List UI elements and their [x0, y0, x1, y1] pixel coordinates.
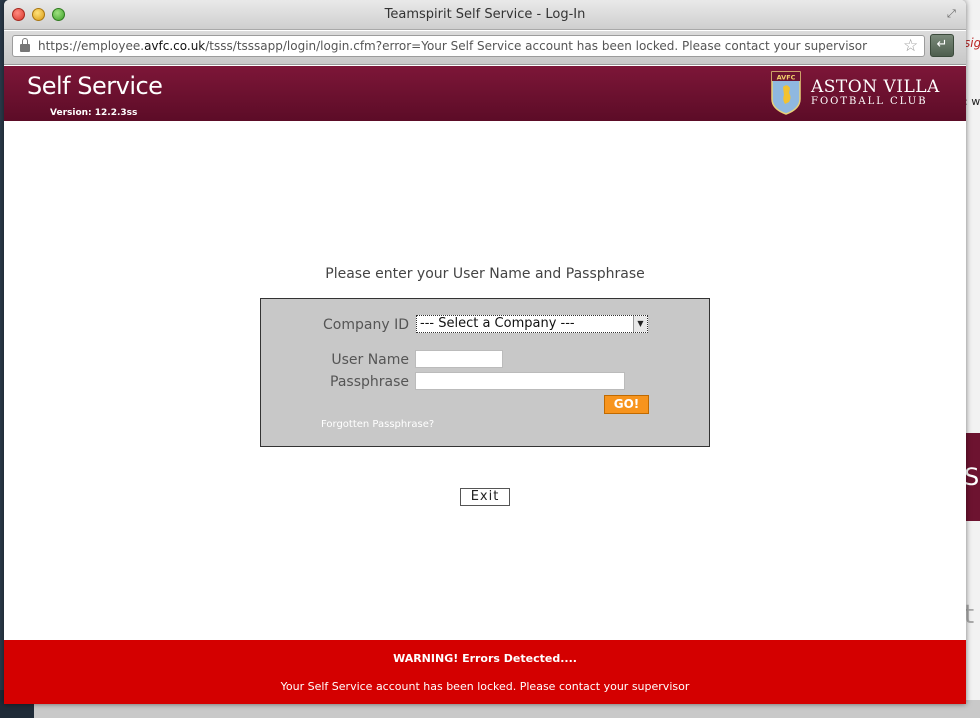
company-select[interactable]: --- Select a Company --- ▼	[416, 315, 648, 333]
reader-go-icon[interactable]: ↵	[930, 34, 954, 57]
error-message: Your Self Service account has been locke…	[280, 680, 690, 693]
go-button[interactable]: GO!	[604, 395, 649, 414]
url-field[interactable]: https://employee.avfc.co.uk/tsss/tsssapp…	[12, 35, 925, 57]
version-label: Version: 12.2.3ss	[50, 108, 138, 118]
browser-window: Teamspirit Self Service - Log-In ⤢ https…	[4, 0, 966, 704]
fullscreen-icon[interactable]: ⤢	[947, 7, 956, 21]
club-subtitle: FOOTBALL CLUB	[811, 96, 928, 107]
title-bar[interactable]: Teamspirit Self Service - Log-In ⤢	[4, 0, 966, 30]
username-label: User Name	[331, 352, 409, 368]
url-text: https://employee.avfc.co.uk/tsss/tsssapp…	[38, 39, 868, 53]
window-title: Teamspirit Self Service - Log-In	[384, 7, 586, 22]
app-title: Self Service	[27, 72, 163, 100]
svg-text:AVFC: AVFC	[777, 74, 796, 82]
forgotten-passphrase-link[interactable]: Forgotten Passphrase?	[321, 419, 434, 430]
address-bar: https://employee.avfc.co.uk/tsss/tsssapp…	[4, 31, 966, 65]
error-title: WARNING! Errors Detected....	[393, 652, 577, 665]
error-banner: WARNING! Errors Detected.... Your Self S…	[4, 640, 966, 704]
passphrase-label: Passphrase	[330, 374, 409, 390]
username-input[interactable]	[415, 350, 503, 368]
company-id-label: Company ID	[323, 317, 409, 333]
chevron-down-icon[interactable]: ▼	[633, 316, 647, 332]
exit-button[interactable]: Exit	[460, 488, 510, 506]
club-crest-icon: AVFC	[771, 71, 801, 115]
login-prompt: Please enter your User Name and Passphra…	[325, 266, 645, 282]
lock-icon	[20, 38, 30, 52]
club-name: ASTON VILLA	[811, 77, 940, 97]
login-form: Company ID --- Select a Company --- ▼ Us…	[260, 298, 710, 447]
page-header: Self Service Version: 12.2.3ss AVFC ASTO…	[4, 66, 966, 121]
passphrase-input[interactable]	[415, 372, 625, 390]
bookmark-star-icon[interactable]: ☆	[903, 36, 918, 56]
company-select-value: --- Select a Company ---	[420, 316, 575, 331]
